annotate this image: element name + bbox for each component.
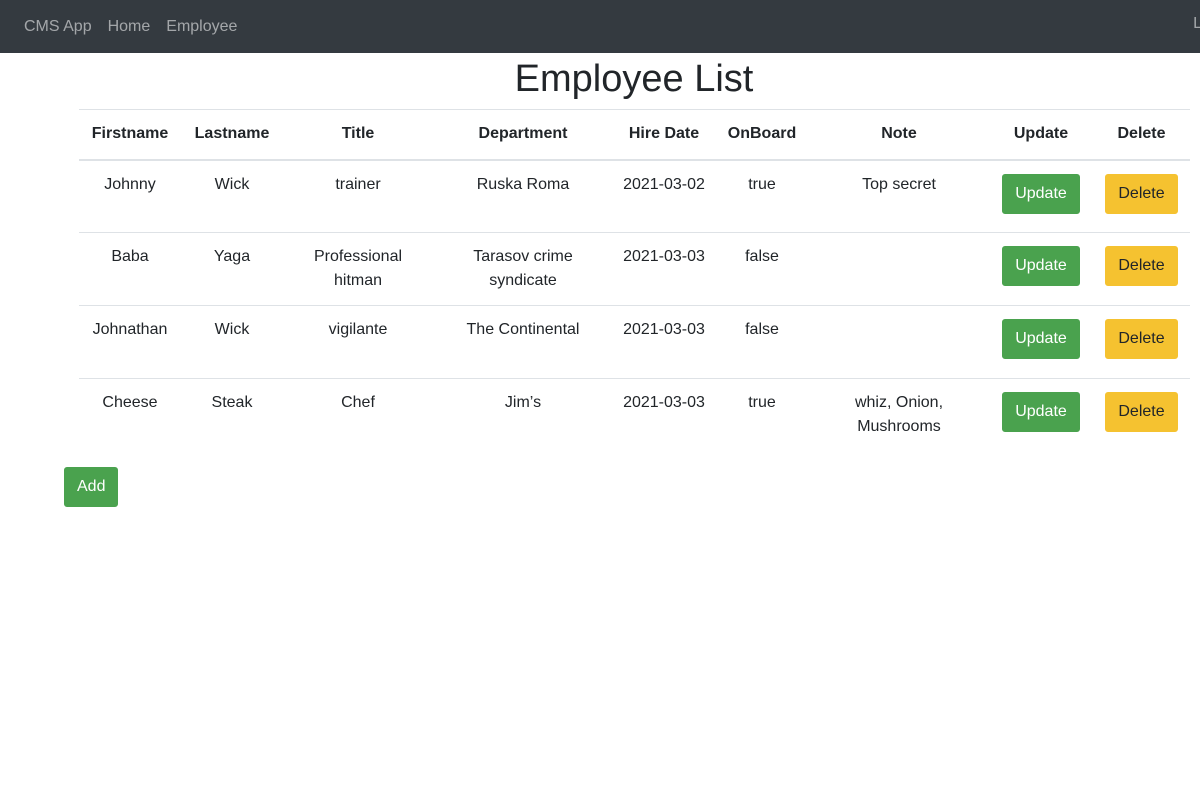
top-navbar: CMS App Home Employee L [0,0,1200,53]
header-note: Note [809,109,989,161]
header-hire-date: Hire Date [613,109,715,161]
header-lastname: Lastname [181,109,283,161]
header-row: Firstname Lastname Title Department Hire… [79,109,1190,161]
nav-right-link[interactable]: L [1193,15,1200,33]
cell-delete: Delete [1093,160,1190,233]
table-row: Johnny Wick trainer Ruska Roma 2021-03-0… [79,160,1190,233]
cell-onboard: true [748,175,776,193]
cell-title: Chef [283,378,433,452]
cell-update: Update [989,378,1093,452]
header-onboard: OnBoard [715,109,809,161]
header-firstname: Firstname [79,109,181,161]
update-button[interactable]: Update [1002,392,1080,432]
cell-note: whiz, Onion, Mushrooms [809,378,989,452]
cell-title: vigilante [283,305,433,379]
header-delete: Delete [1093,109,1190,161]
cell-note [809,232,989,306]
update-button[interactable]: Update [1002,246,1080,286]
cell-department: Jim’s [433,378,613,452]
delete-button[interactable]: Delete [1105,173,1178,214]
cell-note: Top secret [862,175,936,193]
cell-lastname: Wick [181,305,283,379]
delete-button[interactable]: Delete [1105,319,1178,359]
cell-hire-date: 2021-03-03 [613,305,715,379]
cell-onboard: false [715,232,809,306]
add-employee-button[interactable]: Add [64,467,119,507]
delete-button[interactable]: Delete [1105,246,1178,286]
cell-title: trainer [335,175,381,193]
cell-lastname: Steak [181,378,283,452]
cell-lastname: Yaga [181,232,283,306]
table-row: Cheese Steak Chef Jim’s 2021-03-03 true … [79,378,1190,452]
header-update: Update [989,109,1093,161]
cell-title: Professional hitman [283,232,433,306]
nav-link-employee[interactable]: Employee [166,18,237,36]
cell-update: Update [989,305,1093,379]
cell-update: Update [989,160,1093,233]
employee-table: Firstname Lastname Title Department Hire… [79,109,1190,452]
table-body: Johnny Wick trainer Ruska Roma 2021-03-0… [79,160,1190,452]
nav-link-home[interactable]: Home [108,18,151,36]
table-row: Baba Yaga Professional hitman Tarasov cr… [79,232,1190,306]
update-button[interactable]: Update [1002,173,1080,214]
brand-link[interactable]: CMS App [24,18,92,36]
cell-delete: Delete [1093,378,1190,452]
update-button[interactable]: Update [1002,319,1080,359]
page-title: Employee List [514,58,754,100]
cell-department: Tarasov crime syndicate [433,232,613,306]
cell-firstname: Cheese [79,378,181,452]
cell-department: The Continental [433,305,613,379]
cell-firstname: Johnathan [79,305,181,379]
cell-hire-date: 2021-03-03 [613,378,715,452]
employee-table-container: Firstname Lastname Title Department Hire… [79,109,1190,452]
header-title: Title [283,109,433,161]
cell-onboard: false [715,305,809,379]
delete-button[interactable]: Delete [1105,392,1178,432]
cell-hire-date: 2021-03-03 [613,232,715,306]
cell-firstname: Baba [79,232,181,306]
table-row: Johnathan Wick vigilante The Continental… [79,305,1190,379]
cell-delete: Delete [1093,305,1190,379]
cell-lastname: Wick [214,175,250,193]
cell-hire-date: 2021-03-02 [623,175,705,193]
cell-department: Ruska Roma [476,175,570,193]
cell-onboard: true [715,378,809,452]
cell-update: Update [989,232,1093,306]
cell-firstname: Johnny [104,175,156,193]
header-department: Department [433,109,613,161]
table-header: Firstname Lastname Title Department Hire… [79,109,1190,161]
cell-note [809,305,989,379]
cell-delete: Delete [1093,232,1190,306]
